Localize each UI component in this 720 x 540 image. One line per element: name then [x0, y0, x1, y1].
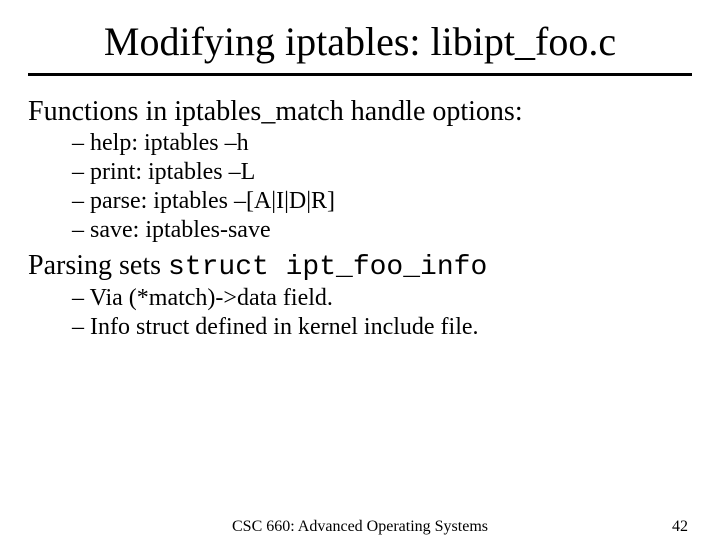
slide-title: Modifying iptables: libipt_foo.c — [0, 0, 720, 73]
bullet-print: print: iptables –L — [28, 159, 692, 186]
page-number: 42 — [672, 518, 688, 536]
bullet-parse: parse: iptables –[A|I|D|R] — [28, 188, 692, 215]
body-line-parsing: Parsing sets struct ipt_foo_info — [28, 250, 692, 283]
code-struct: struct ipt_foo_info — [168, 252, 487, 283]
body-line-functions: Functions in iptables_match handle optio… — [28, 96, 692, 128]
footer-course: CSC 660: Advanced Operating Systems — [0, 518, 720, 536]
title-rule — [28, 73, 692, 76]
bullet-help: help: iptables –h — [28, 130, 692, 157]
slide: Modifying iptables: libipt_foo.c Functio… — [0, 0, 720, 540]
bullet-info-struct: Info struct defined in kernel include fi… — [28, 314, 692, 341]
bullet-via-match: Via (*match)->data field. — [28, 285, 692, 312]
text-parsing-sets: Parsing sets — [28, 250, 168, 281]
bullet-save: save: iptables-save — [28, 217, 692, 244]
slide-body: Functions in iptables_match handle optio… — [0, 96, 720, 341]
